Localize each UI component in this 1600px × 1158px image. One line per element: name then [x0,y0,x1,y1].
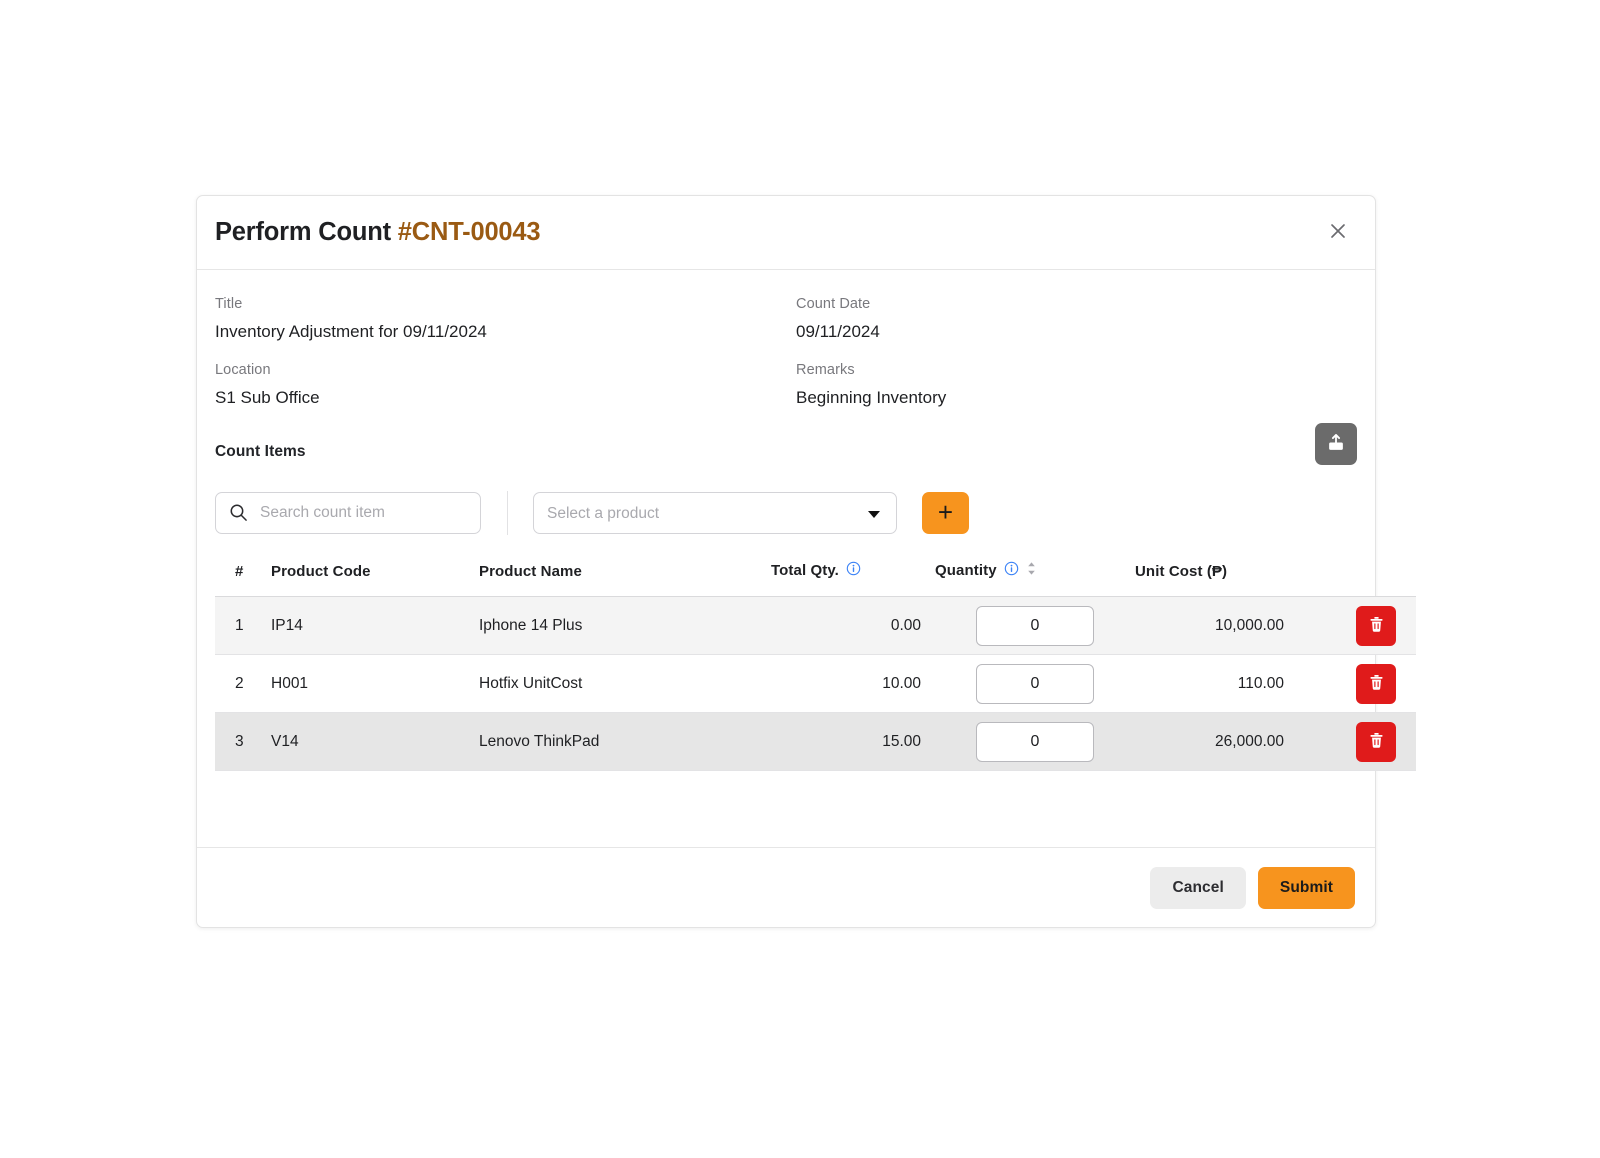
field-title: Title Inventory Adjustment for 09/11/202… [215,296,796,342]
cell-number: 1 [215,596,271,655]
cell-product-code: H001 [271,654,479,713]
cancel-button[interactable]: Cancel [1150,866,1246,909]
location-value: S1 Sub Office [215,388,320,407]
cell-unit-cost: 110.00 [1135,654,1320,713]
close-button[interactable] [1323,216,1353,246]
column-header-unit-cost: Unit Cost (₱) [1135,561,1320,597]
field-remarks: Remarks Beginning Inventory [796,362,1357,408]
product-select[interactable]: Select a product [533,492,897,534]
screen: Perform Count #CNT-00043 Title Inventory… [0,0,1600,1158]
cell-quantity [935,712,1135,771]
column-header-product-name: Product Name [479,561,771,597]
count-items-toolbar: Select a product + [215,491,1357,535]
toolbar-divider [507,491,508,535]
count-items-header: Count Items [215,423,1357,479]
count-details: Title Inventory Adjustment for 09/11/202… [215,296,1357,408]
close-icon [1328,221,1348,241]
cell-product-code: V14 [271,712,479,771]
modal-header: Perform Count #CNT-00043 [197,196,1375,270]
quantity-input[interactable] [976,721,1094,762]
page-title: Perform Count #CNT-00043 [215,218,541,247]
column-header-quantity-label: Quantity [935,562,997,579]
table-header-row: # Product Code Product Name Total Qty. Q… [215,561,1416,597]
table-row[interactable]: 1IP14Iphone 14 Plus0.00 10,000.00 [215,596,1416,655]
modal-body: Title Inventory Adjustment for 09/11/202… [197,270,1416,847]
count-items-table: # Product Code Product Name Total Qty. Q… [215,561,1416,771]
submit-button[interactable]: Submit [1257,866,1355,909]
trash-icon [1367,615,1386,637]
location-label: Location [215,362,271,378]
table-row[interactable]: 2H001Hotfix UnitCost10.00 110.00 [215,654,1416,713]
count-items-title: Count Items [215,443,306,460]
table-body: 1IP14Iphone 14 Plus0.0010,000.002H001Hot… [215,596,1416,771]
trash-icon [1367,731,1386,753]
cell-number: 2 [215,654,271,713]
cell-actions [1320,712,1416,771]
cell-total-qty: 10.00 [771,654,935,713]
cell-total-qty: 0.00 [771,596,935,655]
cell-product-name: Iphone 14 Plus [479,596,771,655]
title-label: Title [215,296,243,312]
count-date-value: 09/11/2024 [796,322,880,341]
add-product-button[interactable]: + [922,492,969,534]
column-header-quantity: Quantity [935,561,1135,597]
column-header-total-qty: Total Qty. [771,561,935,597]
title-value: Inventory Adjustment for 09/11/2024 [215,322,487,341]
cell-total-qty: 15.00 [771,712,935,771]
cell-product-name: Lenovo ThinkPad [479,712,771,771]
modal-title-reference: #CNT-00043 [397,218,541,246]
delete-row-button[interactable] [1356,721,1396,762]
cell-quantity [935,596,1135,655]
cell-number: 3 [215,712,271,771]
product-select-wrapper: Select a product [533,492,897,534]
table-bottom-spacer [215,771,1357,837]
column-header-number: # [215,561,271,597]
cell-unit-cost: 26,000.00 [1135,712,1320,771]
modal-title-prefix: Perform Count [215,218,398,246]
search-input[interactable] [215,492,481,534]
modal-footer: Cancel Submit [197,847,1375,927]
column-header-product-code: Product Code [271,561,479,597]
delete-row-button[interactable] [1356,663,1396,704]
upload-icon [1325,432,1347,457]
trash-icon [1367,673,1386,695]
remarks-value: Beginning Inventory [796,388,947,407]
table-row[interactable]: 3V14Lenovo ThinkPad15.00 26,000.00 [215,712,1416,771]
cell-actions [1320,654,1416,713]
upload-button[interactable] [1315,423,1357,465]
quantity-input[interactable] [976,663,1094,704]
count-items-table-wrapper: # Product Code Product Name Total Qty. Q… [215,561,1416,837]
column-header-actions [1320,561,1416,597]
sort-icon[interactable] [1026,561,1037,580]
field-location: Location S1 Sub Office [215,362,796,408]
remarks-label: Remarks [796,362,855,378]
field-count-date: Count Date 09/11/2024 [796,296,1357,342]
search-field-wrapper [215,492,481,534]
quantity-input[interactable] [976,605,1094,646]
column-header-total-qty-label: Total Qty. [771,562,839,579]
table-head: # Product Code Product Name Total Qty. Q… [215,561,1416,597]
cell-unit-cost: 10,000.00 [1135,596,1320,655]
cell-product-name: Hotfix UnitCost [479,654,771,713]
cell-quantity [935,654,1135,713]
perform-count-modal: Perform Count #CNT-00043 Title Inventory… [196,195,1416,928]
delete-row-button[interactable] [1356,605,1396,646]
count-date-label: Count Date [796,296,871,312]
cell-actions [1320,596,1416,655]
info-icon[interactable] [846,561,861,580]
info-icon[interactable] [1004,561,1019,580]
cell-product-code: IP14 [271,596,479,655]
